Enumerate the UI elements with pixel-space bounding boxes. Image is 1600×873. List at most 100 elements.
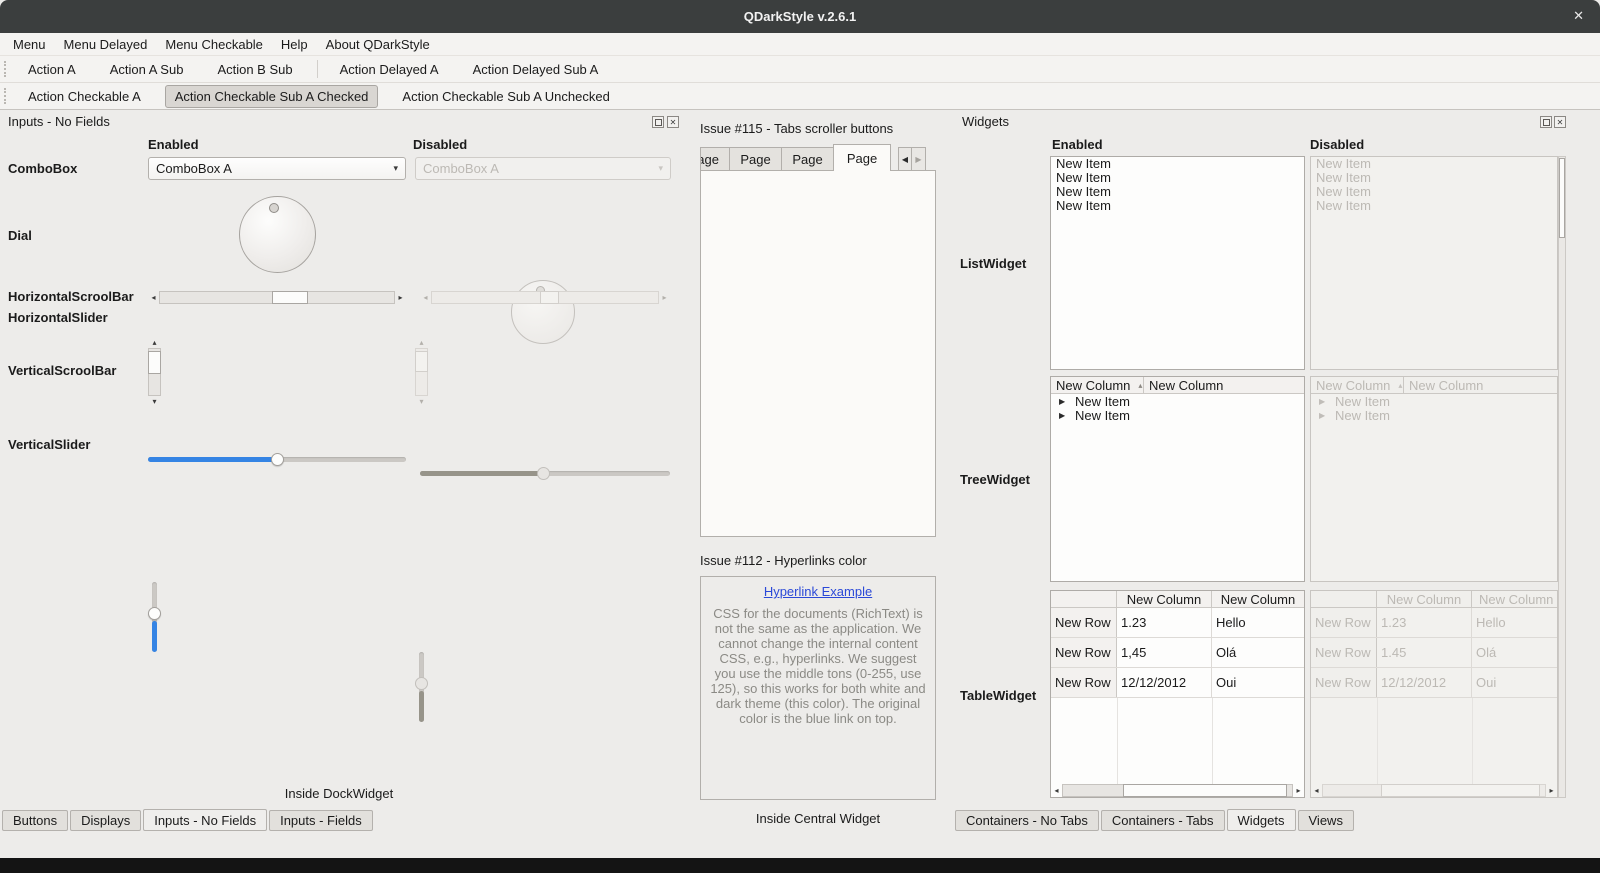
list-item[interactable]: New Item [1051,199,1304,213]
toolbar-button-action-delayed-sub-a[interactable]: Action Delayed Sub A [463,58,609,81]
scroll-right-icon[interactable]: ▸ [1293,784,1304,797]
tree-column-header-1[interactable]: New Column ▴ [1051,377,1144,393]
scrollbar-track[interactable] [1062,784,1293,797]
scrollbar-handle[interactable] [1559,158,1565,238]
scrollbar-handle[interactable] [148,351,161,374]
table-cell: Oui [1476,675,1497,690]
tab-views[interactable]: Views [1297,810,1354,831]
table-empty-area [1051,698,1304,784]
scroll-left-icon: ◂ [1314,786,1319,795]
table-cell[interactable]: 1.23 [1117,608,1212,637]
menu-item-menu-checkable[interactable]: Menu Checkable [156,35,272,54]
scrollbar-track [1322,784,1546,797]
toolbar-button-action-a-sub[interactable]: Action A Sub [100,58,194,81]
left-dock-title: Inputs - No Fields [8,114,110,129]
tab-containers-tabs[interactable]: Containers - Tabs [1100,810,1225,831]
vertical-slider-disabled [415,652,428,722]
table-gridline [1212,698,1213,784]
table-cell[interactable]: Olá [1212,638,1304,667]
tab-page-2[interactable]: Page [781,147,834,171]
tab-page-1[interactable]: Page [729,147,782,171]
table-cell[interactable]: 1,45 [1117,638,1212,667]
dock-float-icon[interactable] [652,116,664,128]
scrollbar-handle[interactable] [272,291,308,304]
toolbar-button-action-checkable-sub-a-unchecked[interactable]: Action Checkable Sub A Unchecked [392,85,619,108]
scrollbar-track[interactable] [148,348,161,396]
scroll-down-icon[interactable]: ▾ [148,396,161,407]
tree-row[interactable]: ▶ New Item [1051,394,1304,409]
toolbar-button-action-a[interactable]: Action A [18,58,86,81]
toolbar-button-action-checkable-sub-a-checked[interactable]: Action Checkable Sub A Checked [164,84,379,108]
table-row: New Row 1,45 Olá [1051,638,1304,668]
tab-buttons[interactable]: Buttons [2,810,69,831]
dial-knob [269,203,279,213]
tree-row[interactable]: ▶ New Item [1051,407,1304,423]
combobox-enabled[interactable]: ComboBox A ▾ [148,157,406,180]
tree-column-header-2[interactable]: New Column [1144,377,1304,393]
list-item[interactable]: New Item [1051,157,1304,171]
scrollbar-track [431,291,659,304]
scrollbar-track[interactable] [159,291,395,304]
menu-item-about-qdarkstyle[interactable]: About QDarkStyle [317,35,439,54]
tree-item-label: New Item [1075,407,1130,423]
list-item[interactable]: New Item [1051,185,1304,199]
table-cell[interactable]: Hello [1212,608,1304,637]
scroll-up-icon[interactable]: ▴ [148,337,161,348]
table-cell[interactable]: Oui [1212,668,1304,697]
slider-knob[interactable] [271,453,284,466]
menu-item-menu-delayed[interactable]: Menu Delayed [55,35,157,54]
table-column-header-1[interactable]: New Column [1117,591,1212,607]
tree-header: New Column ▴ New Column [1311,377,1557,394]
scroll-left-icon[interactable]: ◂ [1051,784,1062,797]
toolbar-drag-handle-icon[interactable] [4,61,8,77]
list-item[interactable]: New Item [1051,171,1304,185]
hyperlink-example-link[interactable]: Hyperlink Example [764,584,872,599]
table-column-header-2: New Column [1479,591,1554,607]
slider-knob[interactable] [148,607,161,620]
central-tabbar: Page Page Page Page ◀ ▶ [700,144,936,171]
horizontal-slider-enabled[interactable] [148,452,406,466]
tree-expand-icon[interactable]: ▶ [1059,411,1069,420]
dock-close-icon[interactable]: ✕ [667,116,679,128]
tree-column-label: New Column [1316,377,1391,393]
window-close-button[interactable]: ✕ [1573,8,1584,24]
vertical-scrollbar-enabled[interactable]: ▴ ▾ [148,337,161,407]
table-column-header-2[interactable]: New Column [1212,591,1304,607]
tree-expand-icon[interactable]: ▶ [1059,397,1069,406]
table-row-header[interactable]: New Row [1051,638,1117,667]
tab-containers-no-tabs[interactable]: Containers - No Tabs [955,810,1099,831]
tab-page-0[interactable]: Page [700,147,730,171]
table-horizontal-scrollbar[interactable]: ◂ ▸ [1051,784,1304,797]
dock-close-icon[interactable]: ✕ [1554,116,1566,128]
toolbar-button-action-checkable-a[interactable]: Action Checkable A [18,85,151,108]
tab-inputs-fields[interactable]: Inputs - Fields [269,810,373,831]
toolbar-button-action-delayed-a[interactable]: Action Delayed A [330,58,449,81]
dock-vertical-scrollbar[interactable] [1558,156,1566,798]
dock-float-icon[interactable] [1540,116,1552,128]
toolbar-drag-handle-icon[interactable] [4,88,8,104]
menu-item-help[interactable]: Help [272,35,317,54]
central-footer: Inside Central Widget [755,811,881,826]
scroll-left-icon[interactable]: ◂ [148,291,159,304]
tab-page-3[interactable]: Page [833,144,891,171]
slider-fill [152,621,157,652]
tab-content-pane [700,170,936,537]
scrollbar-handle[interactable] [1123,784,1287,797]
tab-inputs-no-fields[interactable]: Inputs - No Fields [143,809,268,831]
hyperlink-groupbox: Hyperlink Example CSS for the documents … [700,576,936,800]
toolbar-button-action-b-sub[interactable]: Action B Sub [207,58,302,81]
tab-displays[interactable]: Displays [70,810,142,831]
menu-item-menu[interactable]: Menu [4,35,55,54]
toolbar-checkable-actions: Action Checkable A Action Checkable Sub … [0,83,1600,110]
table-row-header[interactable]: New Row [1051,608,1117,637]
dial-enabled[interactable] [239,196,316,273]
tree-row: ▶ New Item [1311,408,1557,423]
tab-scroll-left-icon[interactable]: ◀ [898,147,912,171]
tab-widgets[interactable]: Widgets [1226,809,1296,831]
vertical-slider-enabled[interactable] [148,582,161,652]
scroll-right-icon[interactable]: ▸ [395,291,406,304]
table-row-header[interactable]: New Row [1051,668,1117,697]
horizontal-scrollbar-enabled[interactable]: ◂ ▸ [148,291,406,304]
tab-scroll-right-icon[interactable]: ▶ [912,147,926,171]
table-cell[interactable]: 12/12/2012 [1117,668,1212,697]
